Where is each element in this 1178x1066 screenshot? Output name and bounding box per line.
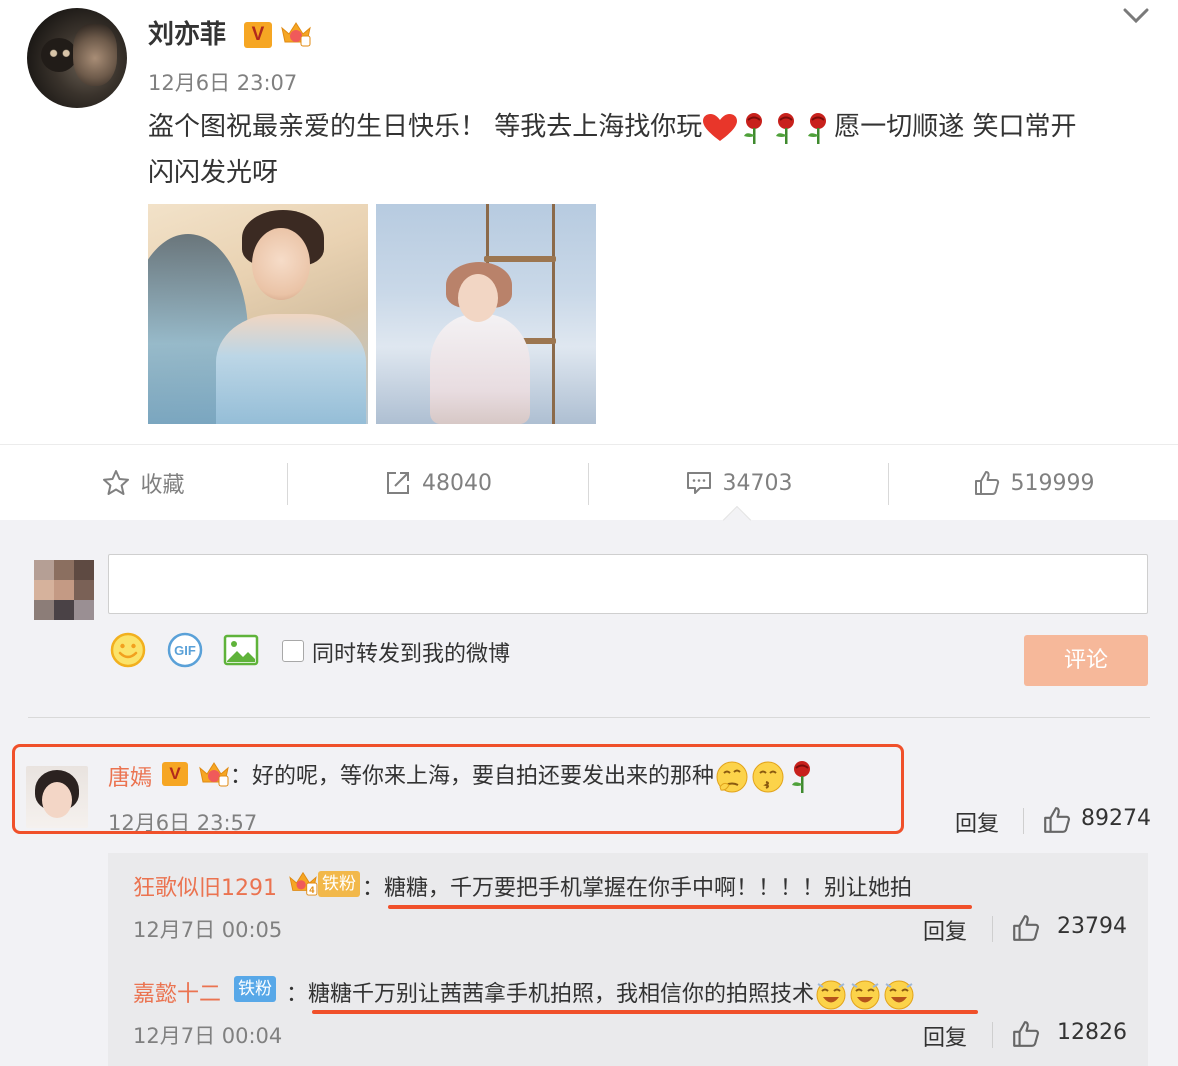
reply-text-body: ：糖糖千万别让茜茜拿手机拍照，我相信你的拍照技术: [286, 982, 815, 1007]
svg-text:GIF: GIF: [174, 643, 196, 658]
reply-time: 12月7日 00:05: [133, 918, 283, 942]
comment-like-count: 89274: [1081, 806, 1151, 831]
reply-button[interactable]: 回复: [923, 1020, 967, 1052]
fan-level-number: 4: [309, 885, 315, 895]
meta-divider: [992, 916, 993, 942]
gif-icon[interactable]: GIF: [167, 632, 203, 668]
highlight-annotation: [12, 744, 904, 834]
rose-icon: [776, 112, 795, 144]
thumbs-up-icon[interactable]: [1042, 805, 1072, 835]
meta-divider: [1023, 808, 1024, 834]
image-icon[interactable]: [223, 632, 259, 668]
crown-member-icon[interactable]: [280, 20, 312, 48]
author-avatar[interactable]: [27, 8, 127, 108]
repost-icon: [387, 472, 409, 494]
like-button[interactable]: 519999: [889, 445, 1178, 521]
laughing-face-icon: [850, 980, 880, 1010]
reply-author-name[interactable]: 嘉懿十二: [133, 976, 221, 1008]
crown-member-icon[interactable]: 4: [288, 870, 318, 896]
verified-badge-icon[interactable]: V: [244, 22, 272, 48]
rose-icon: [744, 112, 763, 144]
post-text: 盗个图祝最亲爱的生日快乐！ 等我去上海找你玩 愿一切顺遂 笑口常开 闪闪发光呀: [148, 104, 1158, 196]
post-text-part1: 盗个图祝最亲爱的生日快乐！ 等我去上海找你玩: [148, 112, 703, 142]
post-time[interactable]: 12月6日 23:07: [148, 67, 297, 97]
reply-like-count: 12826: [1057, 1020, 1127, 1045]
repost-checkbox[interactable]: [282, 640, 304, 662]
photo-dress: [216, 314, 366, 424]
submit-comment-button[interactable]: 评论: [1024, 635, 1148, 686]
highlight-underline: [388, 905, 972, 909]
repost-button[interactable]: 48040: [288, 445, 588, 521]
photo-dress: [430, 314, 530, 424]
post-text-part2: 愿一切顺遂 笑口常开: [834, 112, 1077, 142]
photo-face: [458, 274, 498, 322]
swing-rung: [484, 256, 556, 262]
swing-rope: [552, 204, 555, 424]
post-text-line2: 闪闪发光呀: [148, 158, 279, 188]
iron-fan-badge[interactable]: 铁粉: [318, 871, 360, 897]
action-bar: 收藏 48040 34703 519999: [0, 444, 1178, 520]
reply-text: ：糖糖千万别让茜茜拿手机拍照，我相信你的拍照技术: [286, 976, 916, 1012]
reply-time: 12月7日 00:04: [133, 1024, 283, 1048]
author-name[interactable]: 刘亦菲: [148, 14, 226, 51]
repost-checkbox-label[interactable]: 同时转发到我的微博: [312, 636, 510, 668]
my-avatar[interactable]: [34, 560, 94, 620]
favorite-button[interactable]: 收藏: [0, 445, 287, 521]
post-photo-2[interactable]: [376, 204, 596, 424]
comment-input[interactable]: [108, 554, 1148, 614]
highlight-underline: [312, 1010, 978, 1014]
section-divider: [28, 717, 1150, 718]
chevron-down-icon[interactable]: [1122, 6, 1150, 26]
comment-icon: [686, 472, 711, 494]
thumbs-up-icon[interactable]: [1011, 1019, 1041, 1049]
emoji-icon[interactable]: [110, 632, 146, 668]
weibo-post: 刘亦菲 V 12月6日 23:07 盗个图祝最亲爱的生日快乐！ 等我去上海找你玩…: [0, 0, 1178, 444]
thumbs-up-icon: [974, 471, 999, 495]
photo-face: [252, 228, 310, 300]
reply-button[interactable]: 回复: [955, 806, 999, 838]
post-photo-1[interactable]: [148, 204, 368, 424]
favorite-label: 收藏: [140, 473, 185, 498]
reply-like-count: 23794: [1057, 914, 1127, 939]
reply-button[interactable]: 回复: [923, 914, 967, 946]
reply-text: ：糖糖，千万要把手机掌握在你手中啊！！！！别让她拍: [362, 876, 913, 901]
repost-count: 48040: [422, 470, 492, 496]
meta-divider: [992, 1022, 993, 1048]
heart-icon: [703, 113, 738, 141]
thumbs-up-icon[interactable]: [1011, 913, 1041, 943]
iron-fan-badge[interactable]: 铁粉: [234, 976, 276, 1002]
reply-author-name[interactable]: 狂歌似旧1291: [133, 870, 277, 902]
rose-icon: [808, 112, 827, 144]
like-count: 519999: [1010, 470, 1095, 496]
comment-count: 34703: [722, 470, 793, 496]
star-icon: [103, 470, 130, 495]
laughing-face-icon: [816, 980, 846, 1010]
laughing-face-icon: [884, 980, 914, 1010]
